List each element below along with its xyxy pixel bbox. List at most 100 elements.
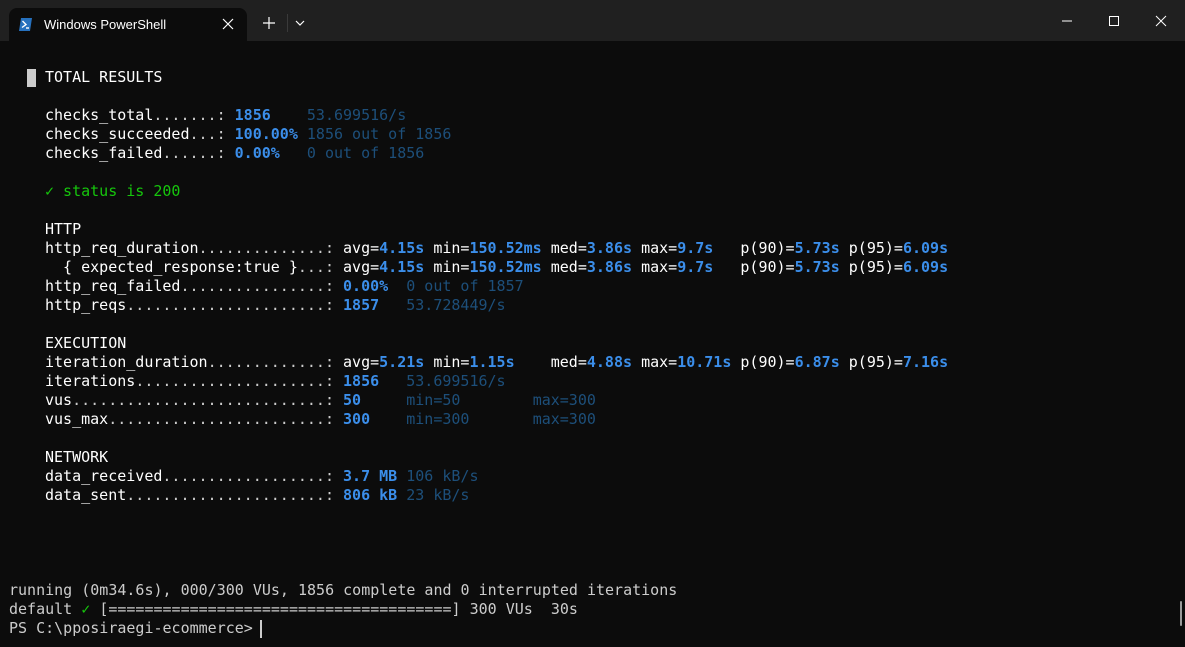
powershell-icon	[19, 18, 32, 31]
metric-min: min=50	[406, 391, 461, 409]
metric-http-reqs: http_reqs......................: 1857 53…	[45, 296, 506, 315]
med-value: 3.86s	[586, 239, 633, 257]
metric-rate: 53.728449/s	[406, 296, 506, 314]
metric-rate: 23 kB/s	[406, 486, 470, 504]
metric-name: checks_total	[45, 106, 154, 124]
total-results-header: TOTAL RESULTS	[45, 68, 163, 86]
metric-value: 806 kB	[343, 486, 398, 504]
metric-expected-response: { expected_response:true }...: avg=4.15s…	[45, 258, 948, 277]
metric-iterations: iterations.....................: 1856 53…	[45, 372, 506, 391]
metric-name: iteration_duration	[45, 353, 208, 371]
metric-dots: ............................:	[72, 391, 334, 409]
running-status: running (0m34.6s), 000/300 VUs, 1856 com…	[9, 581, 677, 600]
scenario-label: default	[9, 600, 73, 618]
p90-value: 5.73s	[794, 239, 840, 257]
metric-checks-succeeded: checks_succeeded...: 100.00% 1856 out of…	[45, 125, 451, 144]
avg-value: 4.15s	[379, 258, 425, 276]
p90-label: p(90)=	[740, 239, 795, 257]
chevron-down-icon[interactable]	[294, 18, 306, 28]
metric-name: vus_max	[45, 410, 109, 428]
max-label: max=	[641, 258, 678, 276]
prompt-line[interactable]: PS C:\pposiraegi-ecommerce>	[9, 619, 253, 638]
metric-dots: ......................:	[126, 486, 334, 504]
metric-checks-failed: checks_failed......: 0.00% 0 out of 1856	[45, 144, 424, 163]
max-label: max=	[641, 353, 678, 371]
metric-rate: 53.699516/s	[406, 372, 506, 390]
min-label: min=	[433, 353, 470, 371]
metric-rate: 0 out of 1856	[306, 144, 425, 162]
network-header: NETWORK	[45, 448, 109, 466]
metric-data-sent: data_sent......................: 806 kB …	[45, 486, 469, 505]
med-value: 3.86s	[586, 258, 633, 276]
p95-label: p(95)=	[848, 239, 903, 257]
vus-count: 300 VUs	[469, 600, 533, 618]
metric-dots: ..................:	[162, 467, 334, 485]
min-label: min=	[433, 239, 470, 257]
metric-value: 1856	[234, 106, 271, 124]
block-marker	[27, 69, 36, 87]
metric-max: max=300	[532, 410, 596, 428]
metric-value: 3.7 MB	[343, 467, 398, 485]
p95-value: 6.09s	[902, 239, 949, 257]
metric-value: 0.00%	[234, 144, 280, 162]
close-icon[interactable]	[221, 17, 235, 31]
metric-name: data_received	[45, 467, 163, 485]
metric-value: 300	[343, 410, 371, 428]
running-text: running (0m34.6s), 000/300 VUs, 1856 com…	[9, 581, 678, 599]
min-value: 150.52ms	[469, 239, 542, 257]
metric-dots: ................:	[180, 277, 334, 295]
metric-value: 100.00%	[234, 125, 298, 143]
metric-vus: vus............................: 50 min=…	[45, 391, 596, 410]
maximize-icon[interactable]	[1107, 14, 1121, 28]
avg-label: avg=	[343, 258, 380, 276]
text-cursor	[260, 620, 262, 638]
metric-name: checks_failed	[45, 144, 163, 162]
avg-label: avg=	[343, 353, 380, 371]
min-value: 150.52ms	[469, 258, 542, 276]
p95-value: 7.16s	[902, 353, 949, 371]
avg-value: 5.21s	[379, 353, 425, 371]
execution-header: EXECUTION	[45, 334, 127, 352]
title-bar: Windows PowerShell	[0, 0, 1185, 41]
section-network: NETWORK	[45, 448, 108, 467]
p90-value: 5.73s	[794, 258, 840, 276]
metric-dots: ......:	[162, 144, 226, 162]
close-window-icon[interactable]	[1154, 14, 1168, 28]
med-label: med=	[550, 258, 587, 276]
status-check: ✓ status is 200	[45, 182, 180, 201]
avg-label: avg=	[343, 239, 380, 257]
metric-rate: 53.699516/s	[306, 106, 407, 124]
tab-windows-powershell[interactable]: Windows PowerShell	[9, 8, 247, 41]
metric-dots: ......................:	[126, 296, 334, 314]
metric-iteration-duration: iteration_duration.............: avg=5.2…	[45, 353, 948, 372]
progress-bar: [======================================]	[99, 600, 461, 618]
scrollbar-thumb[interactable]	[1180, 601, 1182, 626]
metric-name: checks_succeeded	[45, 125, 190, 143]
tab-title: Windows PowerShell	[44, 17, 167, 32]
max-value: 10.71s	[677, 353, 732, 371]
metric-rate: 0 out of 1857	[406, 277, 524, 295]
metric-name: http_req_failed	[45, 277, 181, 295]
metric-vus-max: vus_max........................: 300 min…	[45, 410, 596, 429]
metric-value: 50	[343, 391, 362, 409]
section-execution: EXECUTION	[45, 334, 126, 353]
status-check-text: ✓ status is 200	[45, 182, 181, 200]
p95-label: p(95)=	[848, 258, 903, 276]
section-http: HTTP	[45, 220, 81, 239]
progress-line: default ✓ [=============================…	[9, 600, 578, 619]
metric-name: data_sent	[45, 486, 127, 504]
terminal-output[interactable]: TOTAL RESULTS checks_total.......: 1856 …	[0, 41, 1185, 647]
metric-rate: 1856 out of 1856	[306, 125, 452, 143]
med-label: med=	[550, 239, 587, 257]
metric-dots: .............:	[207, 353, 334, 371]
max-value: 9.7s	[677, 258, 714, 276]
metric-dots: ........................:	[108, 410, 334, 428]
shell-prompt: PS C:\pposiraegi-ecommerce>	[9, 619, 253, 637]
metric-dots: .......:	[153, 106, 226, 124]
metric-min: min=300	[406, 410, 470, 428]
p95-label: p(95)=	[848, 353, 903, 371]
terminal-window: Windows PowerShell TOTAL RESULTS checks_…	[0, 0, 1185, 647]
metric-name: http_req_duration	[45, 239, 199, 257]
plus-icon[interactable]	[262, 16, 276, 30]
minimize-icon[interactable]	[1060, 14, 1074, 28]
